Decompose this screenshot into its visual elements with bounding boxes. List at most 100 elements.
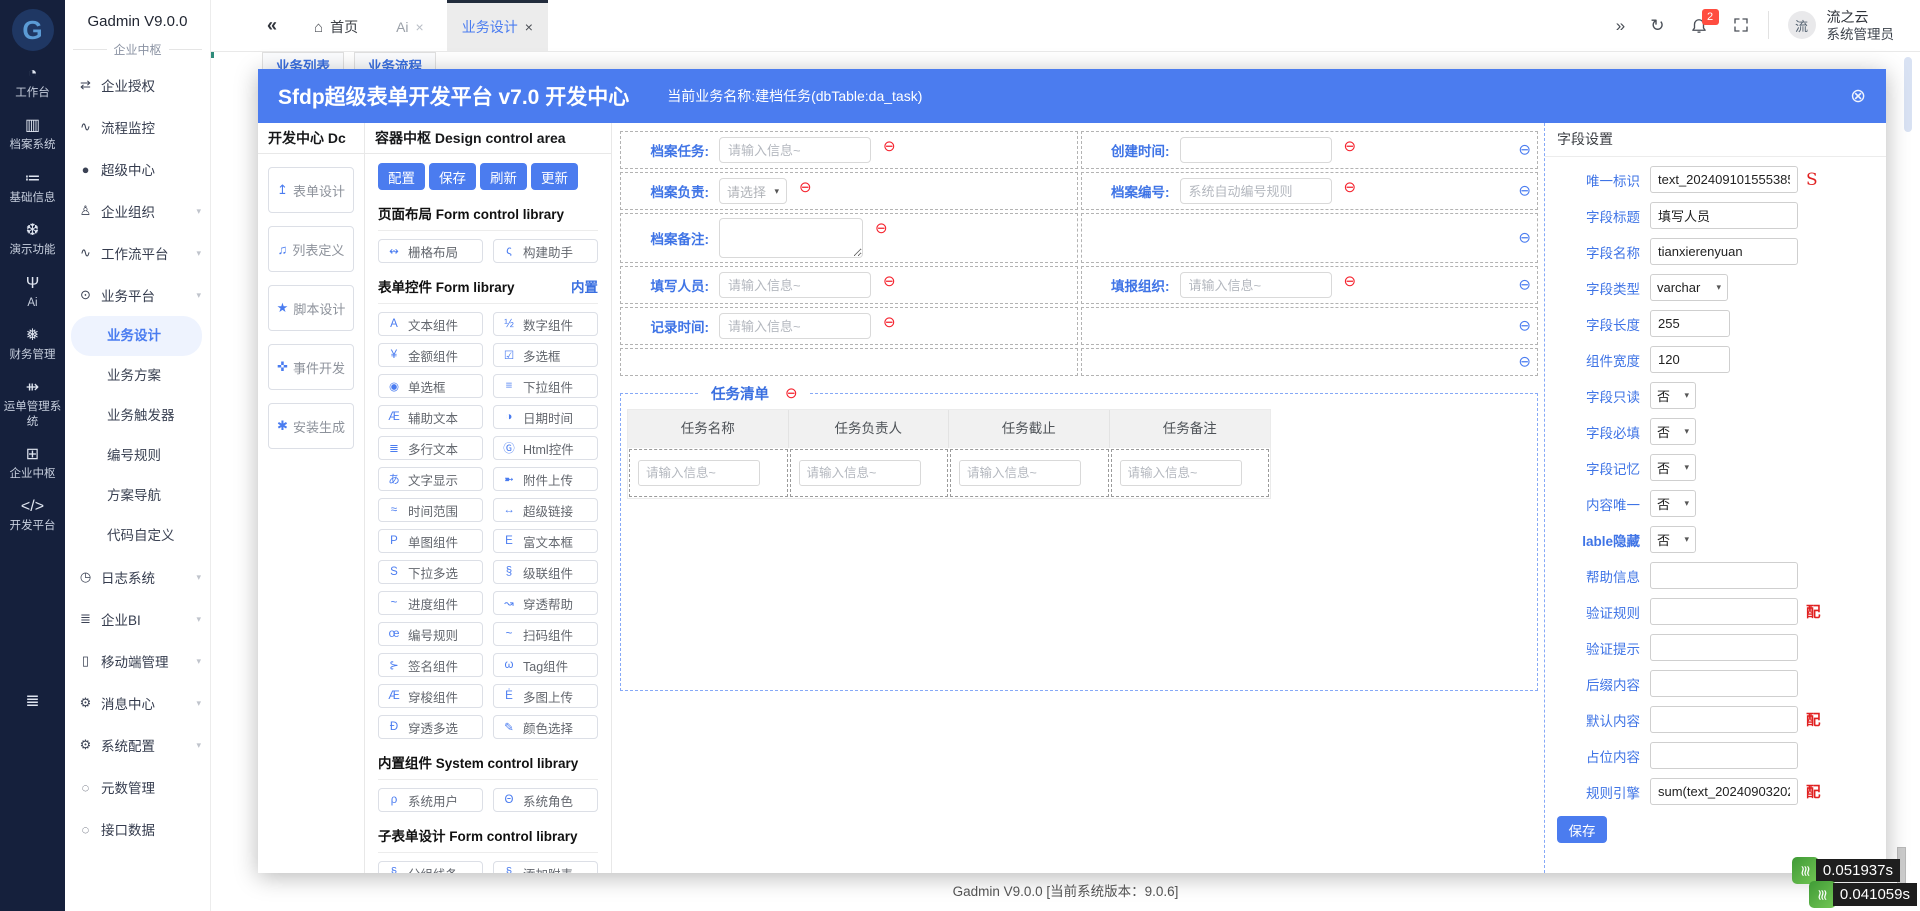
form-cell[interactable] (620, 348, 1078, 376)
component-button[interactable]: ☑ 多选框 (493, 343, 598, 367)
remove-row-icon[interactable]: ⊖ (1518, 143, 1531, 158)
remove-row-icon[interactable]: ⊖ (1518, 355, 1531, 370)
component-button[interactable]: Æ 辅助文本 (378, 405, 483, 429)
field-setting-select[interactable]: 否 ▾ (1650, 382, 1696, 409)
config-badge[interactable]: 配 (1806, 601, 1821, 622)
fullscreen-icon[interactable] (1733, 17, 1749, 33)
background-tab[interactable]: 业务流程 (354, 52, 436, 69)
component-button[interactable]: ω Tag组件 (493, 653, 598, 677)
lib-action-button[interactable]: 更新 (531, 163, 578, 190)
field-setting-input[interactable] (1650, 778, 1798, 805)
form-cell[interactable]: 档案任务: ⊖ (620, 131, 1078, 169)
dc-button[interactable]: ✜ 事件开发 (268, 344, 354, 390)
dc-button[interactable]: ↥ 表单设计 (268, 167, 354, 213)
remove-row-icon[interactable]: ⊖ (1518, 319, 1531, 334)
field-textarea[interactable] (719, 218, 863, 258)
remove-field-icon[interactable]: ⊖ (883, 273, 896, 291)
component-button[interactable]: ~ 扫码组件 (493, 622, 598, 646)
rail-item-0[interactable]: ◔ 工作台 (0, 65, 65, 100)
remove-field-icon[interactable]: ⊖ (1344, 179, 1357, 197)
remove-field-icon[interactable]: ⊖ (799, 179, 812, 197)
field-setting-input[interactable] (1650, 238, 1798, 265)
sidebar-item[interactable]: ∿ 流程监控 (65, 106, 210, 148)
sidebar-item[interactable]: ⊙ 业务平台 ▾ (65, 274, 210, 316)
rail-item-4[interactable]: Ψ Ai (0, 275, 65, 310)
component-button[interactable]: ◑ 日期时间 (493, 405, 598, 429)
component-button[interactable]: あ文字显示 (378, 467, 483, 491)
form-cell[interactable]: 填写人员: ⊖ (620, 266, 1078, 304)
component-button[interactable]: Θ 系统角色 (493, 788, 598, 812)
form-design-canvas[interactable]: 档案任务:⊖创建时间:⊖⊖档案负责:请选择▾⊖档案编号:⊖⊖档案备注:⊖⊖填写人… (614, 123, 1545, 873)
table-cell-input[interactable] (798, 460, 921, 486)
close-icon[interactable]: × (416, 19, 424, 35)
sidebar-subitem[interactable]: 业务设计 (71, 316, 202, 356)
remove-subtable-icon[interactable]: ⊖ (785, 385, 798, 403)
dc-button[interactable]: ✱ 安装生成 (268, 403, 354, 449)
sidebar-subitem[interactable]: 代码自定义 (65, 516, 210, 556)
field-input[interactable] (1179, 178, 1332, 204)
component-button[interactable]: P 单图组件 (378, 529, 483, 553)
config-badge[interactable]: 配 (1806, 709, 1821, 730)
table-cell-input[interactable] (959, 460, 1081, 486)
component-button[interactable]: ½ 数字组件 (493, 312, 598, 336)
close-icon[interactable]: ⊗ (1850, 85, 1866, 108)
sidebar-item[interactable]: ● 超级中心 (65, 148, 210, 190)
field-input[interactable] (1179, 137, 1332, 163)
sidebar-item[interactable]: ⚙ 系统配置 ▾ (65, 724, 210, 766)
field-setting-input[interactable] (1650, 166, 1798, 193)
field-setting-select[interactable]: 否 ▾ (1650, 490, 1696, 517)
rail-item-8[interactable]: </> 开发平台 (0, 498, 65, 533)
sidebar-item[interactable]: ▯ 移动端管理 ▾ (65, 640, 210, 682)
remove-field-icon[interactable]: ⊖ (1344, 138, 1357, 156)
field-setting-select[interactable]: 否 ▾ (1650, 526, 1696, 553)
field-setting-input[interactable] (1650, 346, 1730, 373)
avatar[interactable]: 流 (1787, 11, 1816, 40)
field-setting-input[interactable] (1650, 202, 1798, 229)
builtin-link[interactable]: 内置 (571, 276, 598, 296)
sidebar-item[interactable]: ◷ 日志系统 ▾ (65, 556, 210, 598)
dc-button[interactable]: ★ 脚本设计 (268, 285, 354, 331)
tab-2[interactable]: 业务设计 × (446, 0, 548, 51)
rail-collapse-icon[interactable]: ≣ (0, 691, 65, 711)
form-cell[interactable]: ⊖ (1080, 307, 1538, 345)
form-cell[interactable]: 填报组织: ⊖ ⊖ (1080, 266, 1538, 304)
field-setting-input[interactable] (1650, 310, 1730, 337)
field-setting-input[interactable] (1650, 598, 1798, 625)
collapse-sidebar-icon[interactable]: « (267, 15, 277, 36)
component-button[interactable]: Ⓖ Html控件 (493, 436, 598, 460)
remove-field-icon[interactable]: ⊖ (875, 220, 888, 238)
table-cell-input[interactable] (638, 460, 760, 486)
form-cell[interactable]: 档案备注: ⊖ (620, 213, 1078, 263)
sidebar-subitem[interactable]: 编号规则 (65, 436, 210, 476)
sidebar-item[interactable]: ◌ 接口数据 (65, 808, 210, 850)
config-badge[interactable]: 配 (1806, 781, 1821, 802)
component-button[interactable]: ⊱ 签名组件 (378, 653, 483, 677)
field-select[interactable]: 请选择 ▾ (719, 178, 787, 204)
component-button[interactable]: ~ 进度组件 (378, 591, 483, 615)
form-cell[interactable]: 档案编号: ⊖ ⊖ (1080, 172, 1538, 210)
component-button[interactable]: E 富文本框 (493, 529, 598, 553)
component-button[interactable]: ρ 系统用户 (378, 788, 483, 812)
form-cell[interactable]: 记录时间: ⊖ (620, 307, 1078, 345)
refresh-icon[interactable]: ↻ (1650, 17, 1664, 34)
component-button[interactable]: § 级联组件 (493, 560, 598, 584)
table-cell-input[interactable] (1119, 460, 1242, 486)
field-setting-input[interactable] (1650, 742, 1798, 769)
field-input[interactable] (719, 272, 871, 298)
remove-row-icon[interactable]: ⊖ (1518, 184, 1531, 199)
app-logo[interactable]: G (11, 9, 54, 51)
field-input[interactable] (1179, 272, 1332, 298)
sidebar-item[interactable]: ∿ 工作流平台 ▾ (65, 232, 210, 274)
config-badge[interactable]: S (1806, 170, 1818, 190)
component-button[interactable]: œ 编号规则 (378, 622, 483, 646)
form-cell[interactable]: 创建时间: ⊖ ⊖ (1080, 131, 1538, 169)
sidebar-subitem[interactable]: 方案导航 (65, 476, 210, 516)
remove-field-icon[interactable]: ⊖ (883, 314, 896, 332)
sidebar-item[interactable]: ◌ 元数管理 (65, 766, 210, 808)
component-button[interactable]: Ė 多图上传 (493, 684, 598, 708)
sidebar-item[interactable]: ⚙ 消息中心 ▾ (65, 682, 210, 724)
field-input[interactable] (719, 313, 871, 339)
lib-action-button[interactable]: 刷新 (480, 163, 527, 190)
close-icon[interactable]: × (525, 19, 533, 35)
field-setting-input[interactable] (1650, 706, 1798, 733)
